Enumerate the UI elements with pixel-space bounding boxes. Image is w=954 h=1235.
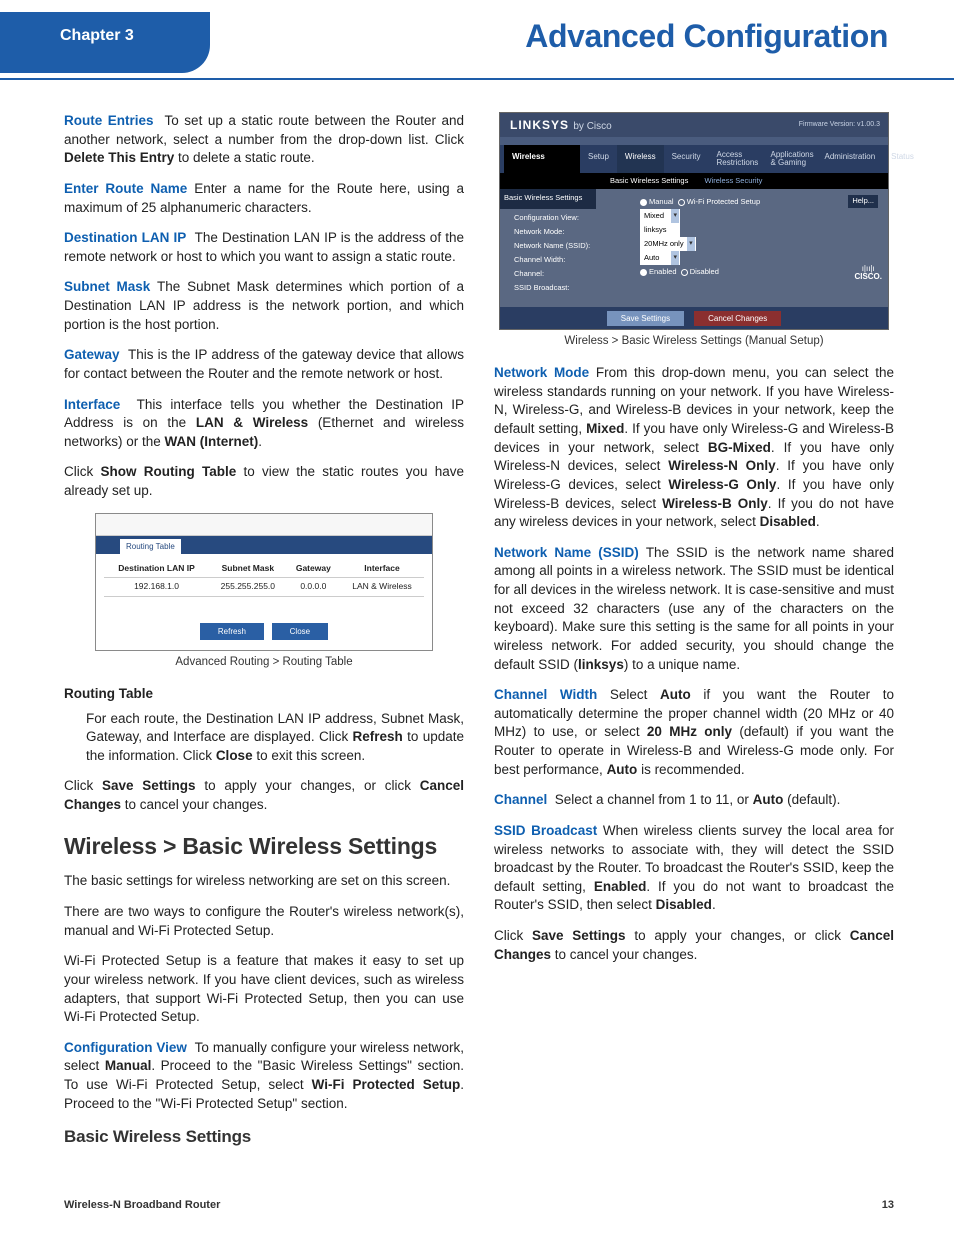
label-subnet-mask: Subnet Mask (64, 279, 150, 294)
routing-table-tab: Routing Table (120, 539, 181, 554)
radio-ssid-enabled[interactable] (640, 269, 647, 276)
close-button[interactable]: Close (272, 623, 328, 640)
main-tabs: Wireless Setup Wireless Security Access … (500, 145, 888, 173)
para-show-routing-table: Click Show Routing Table to view the sta… (64, 463, 464, 500)
col-gateway: Gateway (287, 560, 340, 578)
help-link[interactable]: Help... (848, 195, 878, 207)
para-subnet-mask: Subnet Mask The Subnet Mask determines w… (64, 278, 464, 334)
para-dest-lan-ip: Destination LAN IP The Destination LAN I… (64, 229, 464, 266)
col-interface: Interface (340, 560, 424, 578)
para-enter-route-name: Enter Route Name Enter a name for the Ro… (64, 180, 464, 217)
col-destination: Destination LAN IP (104, 560, 209, 578)
figure-wireless-settings-caption: Wireless > Basic Wireless Settings (Manu… (494, 334, 894, 350)
input-ssid[interactable]: linksys (640, 223, 680, 237)
routing-table: Destination LAN IP Subnet Mask Gateway I… (104, 560, 424, 597)
para-channel: Channel Select a channel from 1 to 11, o… (494, 791, 894, 810)
page-footer: Wireless-N Broadband Router 13 (64, 1198, 894, 1213)
select-channel-width[interactable]: 20MHz only (640, 237, 696, 251)
para-ssid: Network Name (SSID) The SSID is the netw… (494, 544, 894, 674)
para-basic-2: There are two ways to configure the Rout… (64, 903, 464, 940)
label-channel: Channel (494, 792, 547, 807)
heading-basic-wireless-settings: Basic Wireless Settings (64, 1125, 464, 1148)
label-gateway: Gateway (64, 347, 120, 362)
para-routing-table: For each route, the Destination LAN IP a… (64, 710, 464, 766)
subtab-basic[interactable]: Basic Wireless Settings (610, 176, 688, 186)
tab-wireless[interactable]: Wireless (617, 145, 664, 173)
tab-wireless-left[interactable]: Wireless (504, 145, 580, 173)
label-ssid: Network Name (SSID) (494, 545, 639, 560)
heading-routing-table: Routing Table (64, 685, 464, 704)
tab-security[interactable]: Security (664, 145, 709, 173)
chapter-tab: Chapter 3 (0, 12, 210, 73)
page-body: Route Entries To set up a static route b… (0, 80, 954, 1192)
label-dest-lan-ip: Destination LAN IP (64, 230, 186, 245)
heading-wireless-basic: Wireless > Basic Wireless Settings (64, 831, 464, 863)
radio-ssid-disabled[interactable] (681, 269, 688, 276)
tab-apps[interactable]: Applications & Gaming (762, 145, 816, 173)
para-basic-1: The basic settings for wireless networki… (64, 872, 464, 891)
figure-wireless-settings: LINKSYS by Cisco Firmware Version: v1.00… (499, 112, 889, 330)
product-name: Wireless-N Broadband Router (64, 1198, 220, 1213)
field-labels: Configuration View: Network Mode: Networ… (514, 211, 590, 295)
label-network-mode: Network Mode (494, 365, 589, 380)
select-channel[interactable]: Auto (640, 251, 680, 265)
para-gateway: Gateway This is the IP address of the ga… (64, 346, 464, 383)
cisco-logo: ı|ıı|ıCISCO. (854, 265, 882, 281)
para-config-view: Configuration View To manually configure… (64, 1039, 464, 1114)
tab-setup[interactable]: Setup (580, 145, 617, 173)
figure-routing-table: Routing Table Destination LAN IP Subnet … (95, 513, 433, 652)
tab-admin[interactable]: Administration (816, 145, 883, 173)
subtab-security[interactable]: Wireless Security (704, 176, 762, 186)
select-network-mode[interactable]: Mixed (640, 209, 680, 223)
side-heading: Basic Wireless Settings (500, 189, 596, 209)
para-route-entries: Route Entries To set up a static route b… (64, 112, 464, 168)
col-subnet: Subnet Mask (209, 560, 287, 578)
table-row: 192.168.1.0 255.255.255.0 0.0.0.0 LAN & … (104, 578, 424, 597)
para-channel-width: Channel Width Select Auto if you want th… (494, 686, 894, 779)
label-ssid-broadcast: SSID Broadcast (494, 823, 597, 838)
para-save-2: Click Save Settings to apply your change… (494, 927, 894, 964)
brand-logo: LINKSYS by Cisco (510, 117, 612, 134)
page-header: Chapter 3 Advanced Configuration (0, 0, 954, 78)
para-interface: Interface This interface tells you wheth… (64, 396, 464, 452)
tab-status[interactable]: Status (883, 145, 922, 173)
page-title: Advanced Configuration (525, 14, 888, 58)
tab-access[interactable]: Access Restrictions (708, 145, 762, 173)
label-route-entries: Route Entries (64, 113, 154, 128)
save-settings-button[interactable]: Save Settings (607, 311, 684, 326)
label-config-view: Configuration View (64, 1040, 187, 1055)
para-save-1: Click Save Settings to apply your change… (64, 777, 464, 814)
para-network-mode: Network Mode From this drop-down menu, y… (494, 364, 894, 532)
label-enter-route-name: Enter Route Name (64, 181, 187, 196)
para-basic-3: Wi-Fi Protected Setup is a feature that … (64, 952, 464, 1027)
label-channel-width: Channel Width (494, 687, 597, 702)
para-ssid-broadcast: SSID Broadcast When wireless clients sur… (494, 822, 894, 915)
sub-tabs: Basic Wireless Settings Wireless Securit… (500, 173, 888, 189)
label-interface: Interface (64, 397, 120, 412)
field-values: Manual Wi-Fi Protected Setup Mixed links… (640, 195, 760, 279)
figure-routing-table-caption: Advanced Routing > Routing Table (64, 655, 464, 671)
radio-wps[interactable] (678, 199, 685, 206)
refresh-button[interactable]: Refresh (200, 623, 264, 640)
cancel-changes-button[interactable]: Cancel Changes (694, 311, 781, 326)
page-number: 13 (882, 1198, 894, 1213)
firmware-label: Firmware Version: v1.00.3 (799, 120, 880, 130)
radio-manual[interactable] (640, 199, 647, 206)
